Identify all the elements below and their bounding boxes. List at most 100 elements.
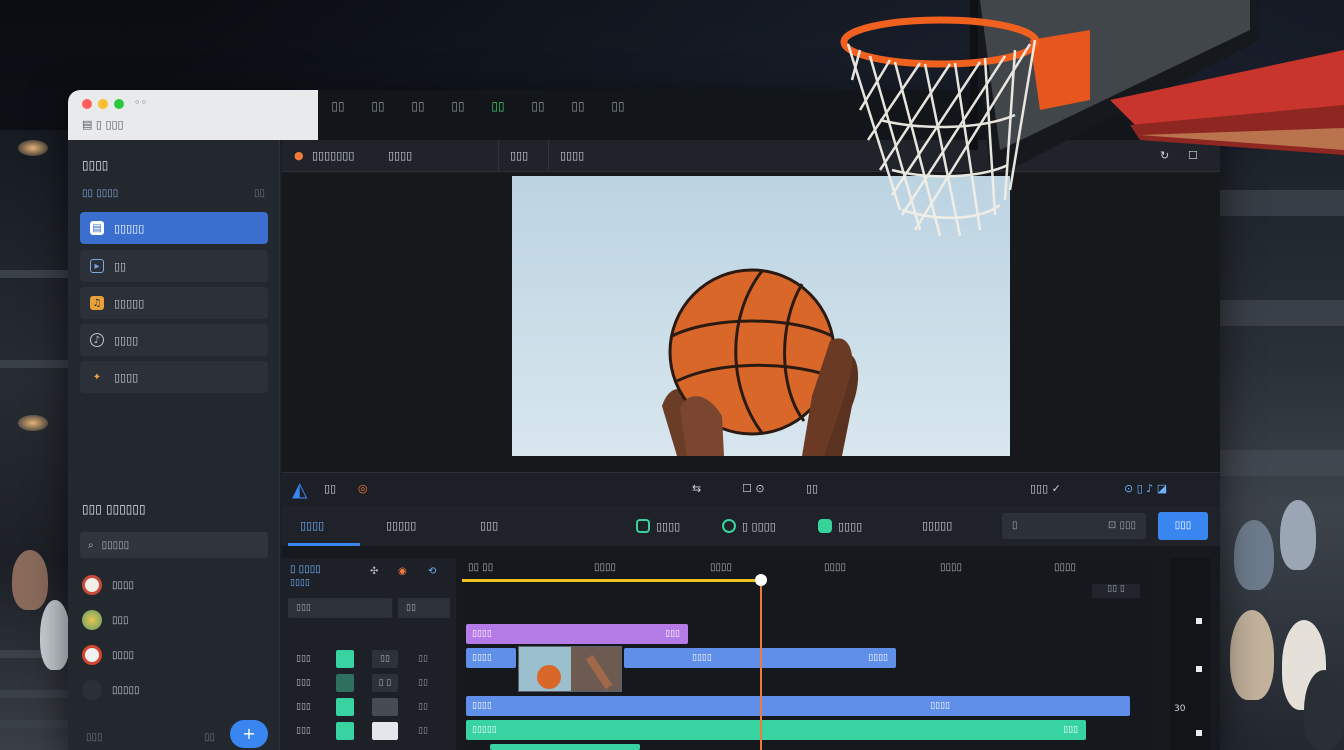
window-tab-2[interactable]: ▯▯ — [358, 99, 398, 113]
sidebar-item-label: ▯▯▯▯ — [114, 370, 139, 384]
sidebar-search-input[interactable]: ⌕ ▯▯▯▯▯ — [80, 532, 268, 558]
window-tab-6[interactable]: ▯▯ — [518, 99, 558, 113]
sidebar-item-2[interactable]: ♫ ▯▯▯▯▯ — [80, 287, 268, 319]
track-label-0: ▯▯▯ — [296, 654, 311, 664]
playback-controls[interactable]: ☐ ⊙ — [742, 482, 765, 495]
link-icon[interactable]: ⟲ — [428, 566, 436, 577]
toolbar-right-2[interactable]: ⊙ ▯ ♪ ◪ — [1124, 482, 1167, 495]
search-value: ⊡ ▯▯▯ — [1107, 520, 1136, 531]
clip-thumbnail[interactable] — [518, 646, 622, 692]
window-tab-5[interactable]: ▯▯ — [478, 99, 518, 113]
app-window: ◦◦ ▤ ▯ ▯▯▯ ▯▯ ▯▯ ▯▯ ▯▯ ▯▯ ▯▯ ▯▯ ▯▯ ▯▯▯▯ … — [68, 90, 1220, 750]
clip-4[interactable]: ▯▯▯▯▯ ▯▯▯ — [466, 720, 1086, 740]
header-menu-1[interactable]: ▯▯▯ — [510, 149, 528, 162]
minimize-window-button[interactable] — [98, 99, 108, 109]
timeline-ruler[interactable]: ▯▯ ▯▯ ▯▯▯▯ ▯▯▯▯ ▯▯▯▯ ▯▯▯▯ ▯▯▯▯ ▯▯ ▯ — [462, 558, 1152, 598]
clip-1[interactable]: ▯▯▯▯ — [466, 648, 516, 668]
timeline-track-panel: ▯ ▯▯▯▯ ▯▯▯▯ ✣ ◉ ⟲ ▯▯▯ ▯▯ ▯▯▯ ▯▯ ▯▯ ▯▯▯ ▯… — [282, 558, 456, 750]
record-icon[interactable]: ◎ — [358, 482, 368, 495]
contact-item-1[interactable]: ▯▯▯ — [80, 607, 268, 633]
clip-5[interactable] — [490, 744, 640, 750]
basketball-image — [662, 268, 859, 456]
contact-item-3[interactable]: ▯▯▯▯▯ — [80, 677, 268, 703]
track-option[interactable]: ▯▯ — [398, 598, 450, 618]
toolbar-center-label[interactable]: ▯▯ — [806, 482, 818, 495]
tool-0[interactable]: ▯▯▯▯ — [636, 519, 680, 533]
track-select[interactable]: ▯▯▯ — [288, 598, 392, 618]
tool-1[interactable]: ▯ ▯▯▯▯ — [722, 519, 776, 533]
tool-2[interactable]: ▯▯▯▯ — [818, 519, 862, 533]
window-tab-3[interactable]: ▯▯ — [398, 99, 438, 113]
arena-light — [18, 140, 48, 156]
effects-icon: ✦ — [92, 371, 102, 383]
tab-2[interactable]: ▯▯▯ — [480, 519, 498, 532]
window-tab-8[interactable]: ▯▯ — [598, 99, 638, 113]
tool-icon — [818, 519, 832, 533]
track-color-2[interactable] — [336, 698, 354, 716]
track-val-2: ▯▯ — [418, 702, 428, 712]
gear-icon[interactable]: ✣ — [370, 566, 378, 577]
window-icon[interactable]: ☐ — [1188, 149, 1198, 162]
clip-label: ▯▯▯▯ — [692, 653, 712, 663]
document-icon: ▤ — [90, 221, 104, 235]
window-tab-7[interactable]: ▯▯ — [558, 99, 598, 113]
sidebar-item-label: ▯▯▯▯ — [114, 333, 139, 347]
clip-label: ▯▯▯▯ — [472, 701, 492, 711]
playhead-handle[interactable] — [755, 574, 767, 586]
close-window-button[interactable] — [82, 99, 92, 109]
contact-label: ▯▯▯▯ — [112, 579, 135, 591]
tab-1[interactable]: ▯▯▯▯▯ — [386, 519, 416, 532]
track-color-3[interactable] — [336, 722, 354, 740]
playhead[interactable] — [760, 578, 762, 750]
contact-label: ▯▯▯▯▯ — [112, 684, 140, 696]
track-btn-0[interactable]: ▯▯ — [372, 650, 398, 668]
sidebar-item-3[interactable]: ♪ ▯▯▯▯ — [80, 324, 268, 356]
track-color-0[interactable] — [336, 650, 354, 668]
clip-3[interactable]: ▯▯▯▯ ▯▯▯▯ — [466, 696, 1130, 716]
address-bar[interactable]: ▤ ▯ ▯▯▯ — [82, 118, 124, 131]
maximize-window-button[interactable] — [114, 99, 124, 109]
sidebar-item-4[interactable]: ✦ ▯▯▯▯ — [80, 361, 268, 393]
record-icon[interactable]: ◉ — [398, 566, 407, 577]
window-tab-4[interactable]: ▯▯ — [438, 99, 478, 113]
tab-0[interactable]: ▯▯▯▯ — [300, 519, 324, 532]
ruler-tick: ▯▯▯▯ — [710, 562, 733, 573]
timeline-scrollbar[interactable]: 30 — [1170, 558, 1210, 750]
video-preview[interactable] — [512, 176, 1010, 456]
sidebar-sub-count: ▯▯ — [253, 188, 265, 199]
track-btn-2[interactable] — [372, 698, 398, 716]
clip-0[interactable]: ▯▯▯▯ ▯▯▯ — [466, 624, 688, 644]
toolbar-right-1[interactable]: ▯▯▯ ✓ — [1030, 482, 1061, 495]
timeline-tracks[interactable]: ▯▯ ▯▯ ▯▯▯▯ ▯▯▯▯ ▯▯▯▯ ▯▯▯▯ ▯▯▯▯ ▯▯ ▯ ▯▯▯▯… — [462, 558, 1152, 750]
spectator — [1230, 610, 1274, 700]
add-button[interactable]: + — [230, 720, 268, 748]
swap-button[interactable]: ⇆ — [692, 482, 701, 495]
arena-stands-right — [1220, 150, 1344, 750]
track-btn-3[interactable] — [372, 722, 398, 740]
window-tab-1[interactable]: ▯▯ — [318, 99, 358, 113]
sidebar-item-1[interactable]: ▸ ▯▯ — [80, 250, 268, 282]
contact-item-2[interactable]: ▯▯▯▯ — [80, 642, 268, 668]
action-button[interactable]: ▯▯▯ — [1158, 512, 1208, 540]
track-btn-1[interactable]: ▯ ▯ — [372, 674, 398, 692]
refresh-icon[interactable]: ↻ — [1160, 149, 1169, 162]
stand-tier — [1220, 300, 1344, 326]
sidebar-item-0[interactable]: ▤ ▯▯▯▯▯ — [80, 212, 268, 244]
window-tab-0[interactable]: ◦◦ — [134, 96, 147, 109]
tool-icon — [636, 519, 650, 533]
header-menu-2[interactable]: ▯▯▯▯ — [560, 149, 584, 162]
divider — [548, 140, 549, 172]
sidebar-sub-label: ▯▯ ▯▯▯▯ — [82, 188, 119, 199]
ruler-tick: ▯▯▯▯ — [824, 562, 847, 573]
avatar — [82, 680, 102, 700]
track-color-1[interactable] — [336, 674, 354, 692]
arena-light — [18, 415, 48, 431]
sidebar-footer-icon[interactable]: ▯▯ — [204, 732, 215, 743]
sidebar-footer-text: ▯▯▯ — [86, 732, 103, 743]
contact-item-0[interactable]: ▯▯▯▯ — [80, 572, 268, 598]
timeline-search-input[interactable]: ▯ ⊡ ▯▯▯ — [1002, 513, 1146, 539]
tool-3[interactable]: ▯▯▯▯▯ — [922, 519, 952, 532]
editor-mode[interactable]: ▯▯▯▯ — [388, 149, 412, 162]
search-placeholder: ▯ — [1012, 520, 1018, 531]
scroll-marker — [1196, 618, 1202, 624]
